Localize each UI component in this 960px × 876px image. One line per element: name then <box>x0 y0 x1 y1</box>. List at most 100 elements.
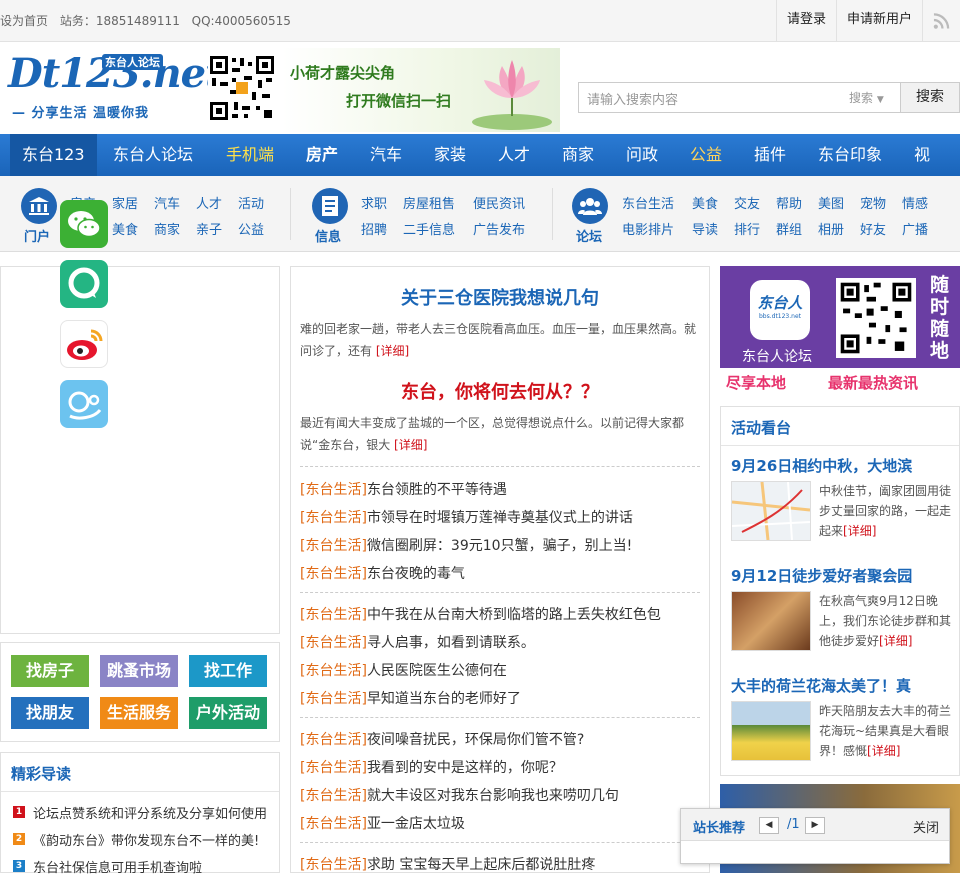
news-title[interactable]: 就大丰设区对我东台影响我也来唠叨几句 <box>367 788 619 804</box>
nav-item-plugin[interactable]: 插件 <box>754 134 786 176</box>
info-link[interactable]: 广告发布 <box>473 219 525 238</box>
news-item[interactable]: [东台生活]求助 宝宝每天早上起床后都说肚肚疼 <box>300 854 595 874</box>
nav-item-merchant[interactable]: 商家 <box>562 134 594 176</box>
popup-close-button[interactable]: 关闭 <box>913 817 939 836</box>
news-category[interactable]: [东台生活] <box>300 857 367 873</box>
news-item[interactable]: [东台生活]就大丰设区对我东台影响我也来唠叨几句 <box>300 785 619 805</box>
info-link[interactable]: 二手信息 <box>403 219 455 238</box>
featured-title[interactable]: 东台，你将何去何从？？ <box>290 378 710 404</box>
news-title[interactable]: 早知道当东台的老师好了 <box>367 691 521 707</box>
news-category[interactable]: [东台生活] <box>300 816 367 832</box>
life-service-button[interactable]: 生活服务 <box>100 697 178 729</box>
news-category[interactable]: [东台生活] <box>300 566 367 582</box>
detail-link[interactable]: [详细] <box>843 524 876 538</box>
activity-item-title[interactable]: 9月26日相约中秋，大地滨 <box>731 455 957 476</box>
detail-link[interactable]: [详细] <box>376 344 409 358</box>
flea-market-button[interactable]: 跳蚤市场 <box>100 655 178 687</box>
find-friend-button[interactable]: 找朋友 <box>11 697 89 729</box>
news-item[interactable]: [东台生活]我看到的安中是这样的，你呢？ <box>300 757 563 777</box>
info-link[interactable]: 求职 <box>361 193 387 212</box>
set-homepage-link[interactable]: 设为首页 <box>0 14 48 28</box>
find-house-button[interactable]: 找房子 <box>11 655 89 687</box>
info-link[interactable]: 房屋租售 <box>403 193 455 212</box>
portal-link[interactable]: 商家 <box>154 219 180 238</box>
reading-item[interactable]: 东台社保信息可用手机查询啦 <box>33 857 202 876</box>
news-title[interactable]: 市领导在时堰镇万莲禅寺奠基仪式上的讲话 <box>367 510 633 526</box>
nav-item-impression[interactable]: 东台印象 <box>818 134 882 176</box>
portal-link[interactable]: 家居 <box>112 193 138 212</box>
nav-item-charity[interactable]: 公益 <box>690 134 722 176</box>
chat-icon[interactable] <box>60 260 108 308</box>
nav-item-house[interactable]: 房产 <box>306 134 338 176</box>
news-item[interactable]: [东台生活]亚一金店太垃圾 <box>300 813 465 833</box>
forum-link[interactable]: 排行 <box>734 219 760 238</box>
detail-link[interactable]: [详细] <box>879 634 912 648</box>
news-title[interactable]: 东台领胜的不平等待遇 <box>367 482 507 498</box>
register-link[interactable]: 申请新用户 <box>835 0 922 42</box>
news-item[interactable]: [东台生活]早知道当东台的老师好了 <box>300 688 521 708</box>
forum-link[interactable]: 宠物 <box>860 193 886 212</box>
find-job-button[interactable]: 找工作 <box>189 655 267 687</box>
search-input[interactable]: 请输入搜索内容 <box>578 82 842 113</box>
activity-item-title[interactable]: 大丰的荷兰花海太美了！真 <box>731 675 957 696</box>
map-thumbnail[interactable] <box>731 481 811 541</box>
forum-link[interactable]: 美食 <box>692 193 718 212</box>
forum-ad-banner[interactable]: 东台人 bbs.dt123.net 东台人论坛 随时随地 尽享本地 最新最热资讯 <box>720 266 960 396</box>
portal-link[interactable]: 人才 <box>196 193 222 212</box>
wechat-banner[interactable]: 小荷才露尖尖角 打开微信扫一扫 <box>282 48 560 132</box>
reading-item[interactable]: 《韵动东台》带你发现东台不一样的美! <box>33 830 259 849</box>
news-title[interactable]: 亚一金店太垃圾 <box>367 816 465 832</box>
news-category[interactable]: [东台生活] <box>300 635 367 651</box>
portal-link[interactable]: 公益 <box>238 219 264 238</box>
news-category[interactable]: [东台生活] <box>300 691 367 707</box>
news-item[interactable]: [东台生活]人民医院医生公德何在 <box>300 660 507 680</box>
portal-link[interactable]: 亲子 <box>196 219 222 238</box>
forum-link[interactable]: 广播 <box>902 219 928 238</box>
info-link[interactable]: 招聘 <box>361 219 387 238</box>
qzone-icon[interactable] <box>60 380 108 428</box>
nav-item-dt123[interactable]: 东台123 <box>10 134 97 176</box>
reading-item[interactable]: 论坛点赞系统和评分系统及分享如何使用 <box>33 803 267 822</box>
nav-item-politics[interactable]: 问政 <box>626 134 658 176</box>
wechat-icon[interactable] <box>60 200 108 248</box>
news-category[interactable]: [东台生活] <box>300 510 367 526</box>
nav-item-mobile[interactable]: 手机端 <box>226 134 274 176</box>
party-photo[interactable] <box>731 591 811 651</box>
news-title[interactable]: 我看到的安中是这样的，你呢？ <box>367 760 563 776</box>
search-type-select[interactable]: 搜索 ▼ <box>841 82 901 113</box>
next-arrow-icon[interactable]: ▶ <box>805 817 825 834</box>
nav-item-talent[interactable]: 人才 <box>498 134 530 176</box>
nav-item-forum[interactable]: 东台人论坛 <box>113 134 193 176</box>
nav-item-video[interactable]: 视 <box>914 134 930 176</box>
featured-title[interactable]: 关于三仓医院我想说几句 <box>290 284 710 310</box>
news-item[interactable]: [东台生活]中午我在从台南大桥到临塔的路上丢失枚红色包 <box>300 604 661 624</box>
detail-link[interactable]: [详细] <box>394 438 427 452</box>
news-category[interactable]: [东台生活] <box>300 732 367 748</box>
news-item[interactable]: [东台生活]东台领胜的不平等待遇 <box>300 479 507 499</box>
news-title[interactable]: 中午我在从台南大桥到临塔的路上丢失枚红色包 <box>367 607 661 623</box>
news-category[interactable]: [东台生活] <box>300 538 367 554</box>
forum-link[interactable]: 交友 <box>734 193 760 212</box>
news-item[interactable]: [东台生活]市领导在时堰镇万莲禅寺奠基仪式上的讲话 <box>300 507 633 527</box>
news-category[interactable]: [东台生活] <box>300 663 367 679</box>
portal-link[interactable]: 汽车 <box>154 193 180 212</box>
news-title[interactable]: 寻人启事，如看到请联系。 <box>367 635 535 651</box>
news-category[interactable]: [东台生活] <box>300 607 367 623</box>
forum-link[interactable]: 电影排片 <box>622 219 674 238</box>
news-item[interactable]: [东台生活]东台夜晚的毒气 <box>300 563 465 583</box>
news-title[interactable]: 东台夜晚的毒气 <box>367 566 465 582</box>
forum-link[interactable]: 相册 <box>818 219 844 238</box>
forum-link[interactable]: 美图 <box>818 193 844 212</box>
news-title[interactable]: 人民医院医生公德何在 <box>367 663 507 679</box>
forum-link[interactable]: 群组 <box>776 219 802 238</box>
prev-arrow-icon[interactable]: ◀ <box>759 817 779 834</box>
news-title[interactable]: 夜间噪音扰民，环保局你们管不管? <box>367 732 584 748</box>
portal-link[interactable]: 美食 <box>112 219 138 238</box>
site-logo[interactable]: Dt123.net 东台人论坛 — 分享生活 温暖你我 <box>8 52 224 122</box>
info-link[interactable]: 便民资讯 <box>473 193 525 212</box>
forum-link[interactable]: 帮助 <box>776 193 802 212</box>
news-category[interactable]: [东台生活] <box>300 760 367 776</box>
flower-field-photo[interactable] <box>731 701 811 761</box>
news-item[interactable]: [东台生活]夜间噪音扰民，环保局你们管不管? <box>300 729 584 749</box>
news-category[interactable]: [东台生活] <box>300 788 367 804</box>
